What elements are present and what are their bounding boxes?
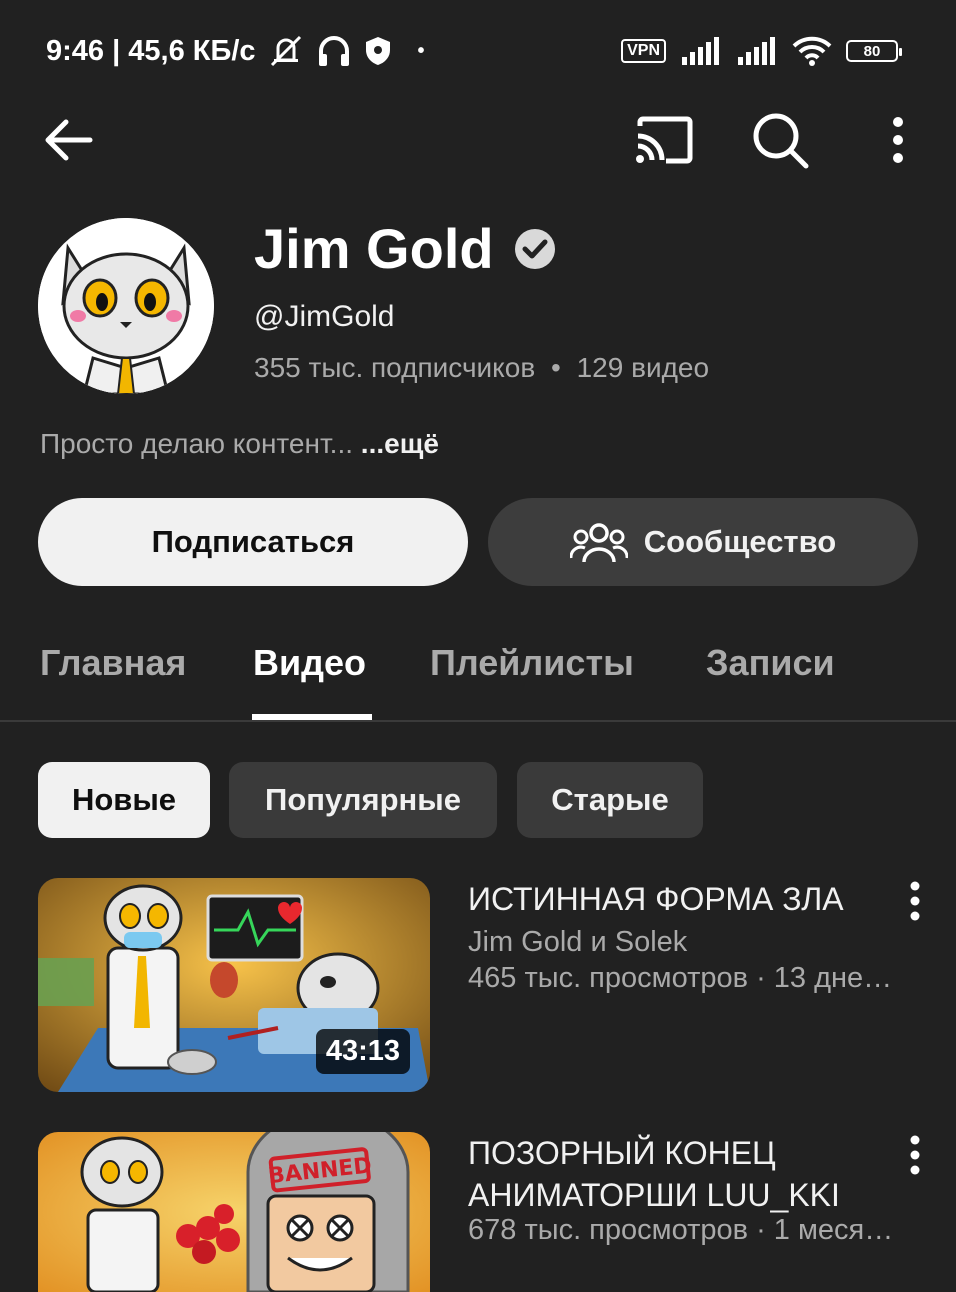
subscriber-count: 355 тыс. подписчиков — [254, 352, 536, 383]
signal-icon — [682, 37, 719, 65]
status-bar-left: 9:46 | 45,6 КБ/с • — [46, 34, 425, 68]
video-thumbnail[interactable]: 43:13 — [38, 878, 430, 1092]
signal-icon-2 — [738, 37, 775, 65]
video-meta: 465 тыс. просмотров · 13 дне… — [468, 962, 893, 994]
subscribe-label: Подписаться — [151, 524, 355, 559]
filter-chip-new[interactable]: Новые — [38, 762, 210, 838]
filter-chip-popular[interactable]: Популярные — [229, 762, 497, 838]
channel-stats: 355 тыс. подписчиков • 129 видео — [254, 352, 709, 384]
wifi-icon — [792, 36, 832, 66]
cast-icon[interactable] — [632, 112, 696, 168]
channel-title: Jim Gold — [254, 216, 556, 281]
filter-chip-label: Старые — [551, 782, 669, 817]
channel-avatar[interactable] — [38, 218, 214, 394]
tab-videos[interactable]: Видео — [253, 642, 366, 684]
headphones-icon — [318, 36, 349, 66]
video-more-icon[interactable] — [900, 876, 930, 926]
subscribe-button[interactable]: Подписаться — [38, 498, 468, 586]
video-author[interactable]: Jim Gold и Solek — [468, 926, 920, 959]
battery-icon: 80 — [846, 40, 902, 62]
filter-chip-label: Новые — [71, 782, 177, 817]
thumbnail-image-banned: BANNED — [38, 1132, 430, 1292]
verified-icon — [514, 228, 555, 269]
cat-avatar-image — [38, 218, 214, 394]
tabs-divider — [0, 720, 956, 722]
filter-chip-label: Популярные — [265, 782, 461, 817]
community-label: Сообщество — [643, 524, 837, 559]
stats-separator: • — [550, 352, 561, 383]
status-bar-right: VPN 80 — [621, 36, 902, 66]
search-icon[interactable] — [750, 110, 812, 170]
status-time-speed: 9:46 | 45,6 КБ/с — [46, 34, 256, 67]
tab-playlists[interactable]: Плейлисты — [430, 642, 634, 684]
vpn-badge: VPN — [621, 39, 666, 63]
community-button[interactable]: Сообщество — [488, 498, 918, 586]
video-duration: 43:13 — [315, 1029, 410, 1074]
video-title[interactable]: ИСТИННАЯ ФОРМА ЗЛА — [468, 878, 898, 920]
filter-chip-old[interactable]: Старые — [517, 762, 703, 838]
channel-description[interactable]: Просто делаю контент... ...ещё — [40, 428, 439, 460]
battery-level: 80 — [863, 42, 881, 60]
more-vert-icon[interactable] — [880, 112, 916, 168]
status-dot: • — [417, 39, 425, 62]
shield-icon — [365, 37, 390, 65]
description-more-link[interactable]: ...ещё — [361, 428, 439, 459]
video-thumbnail[interactable]: BANNED — [38, 1132, 430, 1292]
tab-posts[interactable]: Записи — [706, 642, 835, 684]
video-title-line: АНИМАТОРШИ LUU_KKI — [468, 1177, 840, 1213]
mute-icon — [270, 35, 301, 67]
video-title-line: ПОЗОРНЫЙ КОНЕЦ — [468, 1135, 776, 1171]
back-arrow-icon[interactable] — [40, 112, 96, 168]
video-more-icon[interactable] — [900, 1130, 930, 1180]
channel-name: Jim Gold — [254, 217, 494, 280]
channel-handle: @JimGold — [254, 300, 395, 333]
video-meta: 678 тыс. просмотров · 1 меся… — [468, 1214, 894, 1246]
tab-home[interactable]: Главная — [40, 642, 186, 684]
video-title[interactable]: ПОЗОРНЫЙ КОНЕЦ АНИМАТОРШИ LUU_KKI — [468, 1132, 898, 1216]
video-count: 129 видео — [576, 352, 710, 383]
description-text: Просто делаю контент... — [40, 428, 354, 459]
community-icon — [569, 523, 628, 563]
